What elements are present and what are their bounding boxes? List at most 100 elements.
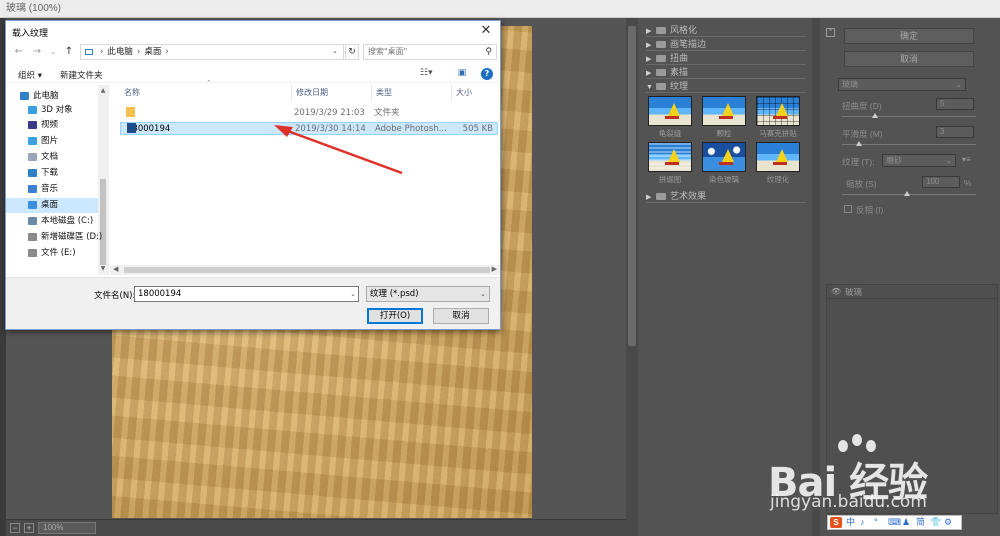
tree-item[interactable]: 桌面 (6, 198, 98, 213)
filter-thumbnail[interactable]: 龟裂缝 (648, 96, 692, 139)
tree-item[interactable]: 图片 (6, 134, 98, 149)
new-folder-button[interactable]: 新建文件夹 (60, 69, 103, 81)
refresh-icon[interactable]: ↻ (345, 44, 359, 60)
filter-category-label: 素描 (670, 67, 689, 77)
ime-item[interactable]: ⚙ (944, 516, 952, 529)
collapsed-triangle-icon: ▶ (646, 194, 652, 201)
ime-item[interactable]: ⌨ (888, 516, 901, 529)
expanded-triangle-icon: ▼ (646, 84, 653, 91)
filter-thumbnail-label: 龟裂缝 (658, 129, 682, 138)
column-date[interactable]: 修改日期 (292, 85, 372, 101)
breadcrumb-this-pc[interactable]: 此电脑 (107, 47, 133, 57)
tree-item[interactable]: 新增磁碟區 (D:) (6, 230, 102, 245)
filter-thumbnail[interactable]: 纹理化 (756, 142, 800, 185)
filter-category[interactable]: ▶ 素描 (646, 66, 806, 79)
address-bar[interactable]: › 此电脑 › 桌面 › (80, 44, 344, 60)
file-date: 2019/3/29 21:03 (294, 108, 365, 118)
tree-item[interactable]: 音乐 (6, 182, 98, 197)
scaling-slider[interactable] (842, 191, 976, 196)
filetype-select[interactable]: 纹理 (*.psd) ⌄ (366, 286, 490, 302)
zoom-select[interactable]: 100% (38, 522, 96, 534)
open-button[interactable]: 打开(O) (367, 308, 423, 324)
filter-category[interactable]: ▶ 画笔描边 (646, 38, 806, 51)
zoom-out-button[interactable]: − (10, 523, 20, 533)
ime-item[interactable]: ° (874, 516, 878, 529)
filter-thumbnail[interactable]: 马赛克拼贴 (756, 96, 800, 139)
sailboat-preview-image (648, 142, 692, 172)
filter-select[interactable]: 玻璃 ⌄ (838, 78, 966, 91)
texture-menu-icon[interactable]: ▾≡ (962, 155, 971, 164)
ok-button[interactable]: 确定 (844, 28, 974, 44)
tree-scrollbar[interactable]: ▲ ▼ (98, 85, 108, 275)
tree-item-icon (28, 105, 37, 114)
tree-item[interactable]: 文件 (E:) (6, 246, 98, 261)
ime-item[interactable]: 👕 (930, 516, 941, 529)
search-input[interactable]: 搜索"桌面" ⚲ (363, 44, 497, 60)
horizontal-scrollbar[interactable]: ◀ ▶ (110, 265, 500, 275)
filter-thumbnail-label: 马赛克拼贴 (759, 129, 797, 138)
organize-menu[interactable]: 组织 ▾ (18, 69, 42, 81)
ime-item[interactable]: ♟ (902, 516, 910, 529)
file-date: 2019/3/30 14:14 (295, 124, 366, 134)
folder-icon (656, 41, 666, 49)
sogou-logo-icon[interactable]: S (830, 517, 842, 528)
smoothness-input[interactable]: 3 (936, 126, 974, 138)
tree-item[interactable]: 3D 对象 (6, 103, 98, 118)
file-row[interactable]: 02019/3/29 21:03文件夹 (120, 107, 498, 120)
tree-item[interactable]: 视频 (6, 118, 98, 133)
view-options-icon[interactable]: ☷▾ (420, 68, 433, 79)
tree-item-icon (28, 136, 37, 145)
effect-layer[interactable]: 👁 玻璃 (827, 285, 997, 299)
ime-item[interactable]: 简 (916, 516, 925, 529)
breadcrumb-desktop[interactable]: 桌面 (144, 47, 161, 57)
back-arrow-icon[interactable]: ← (12, 45, 26, 59)
tree-item[interactable]: 下载 (6, 166, 98, 181)
history-chevron-icon[interactable]: ⌄ (46, 45, 60, 59)
up-arrow-icon[interactable]: ↑ (62, 45, 76, 59)
filter-thumbnail[interactable]: 染色玻璃 (702, 142, 746, 185)
collapse-icon[interactable]: ⌃ (826, 28, 835, 37)
filter-category[interactable]: ▶ 风格化 (646, 24, 806, 37)
filename-input[interactable]: 18000194 ⌄ (134, 286, 359, 302)
smoothness-slider[interactable] (842, 141, 976, 146)
filter-thumbnail[interactable]: 拼缀图 (648, 142, 692, 185)
distortion-input[interactable]: 5 (936, 98, 974, 110)
folder-icon (656, 69, 666, 77)
tree-item-label: 音乐 (41, 184, 59, 194)
ime-item[interactable]: ♪ (860, 516, 865, 529)
tree-item-icon (28, 216, 37, 225)
dialog-cancel-button[interactable]: 取消 (433, 308, 489, 324)
zoom-in-button[interactable]: + (24, 523, 34, 533)
psd-file-icon (127, 123, 136, 133)
filter-category[interactable]: ▶ 艺术效果 (646, 190, 806, 203)
filter-thumbnail[interactable]: 颗粒 (702, 96, 746, 139)
scroll-thumb[interactable] (628, 26, 636, 346)
distortion-slider[interactable] (842, 113, 976, 118)
column-size[interactable]: 大小 (452, 85, 498, 101)
invert-checkbox[interactable] (844, 205, 852, 213)
eye-icon[interactable]: 👁 (831, 285, 841, 299)
column-type[interactable]: 类型 (372, 85, 452, 101)
tree-scroll-thumb[interactable] (100, 179, 106, 265)
tree-item[interactable]: 本地磁盘 (C:) (6, 214, 98, 229)
window-title: 玻璃 (100%) (0, 0, 1000, 18)
texture-select[interactable]: 磨砂 ⌄ (882, 154, 956, 167)
horizontal-scroll-thumb[interactable] (124, 267, 490, 273)
column-name[interactable]: 名称 (120, 85, 292, 101)
help-icon[interactable]: ? (481, 68, 493, 80)
chevron-down-icon: ⌄ (480, 290, 486, 298)
ime-item[interactable]: 中 (846, 516, 855, 529)
file-row[interactable]: 18000194 2019/3/30 14:14 Adobe Photosh... 5… (120, 122, 498, 135)
tree-item[interactable]: 此电脑 (6, 89, 98, 104)
filter-category[interactable]: ▶ 扭曲 (646, 52, 806, 65)
chevron-down-icon[interactable]: ⌄ (350, 287, 356, 301)
forward-arrow-icon[interactable]: → (30, 45, 44, 59)
preview-scrollbar[interactable] (626, 18, 638, 536)
preview-pane-icon[interactable]: ▣ (456, 68, 468, 79)
filter-category[interactable]: ▼ 纹理 (646, 80, 806, 93)
cancel-button[interactable]: 取消 (844, 51, 974, 67)
address-dropdown-icon[interactable]: ⌄ (332, 44, 342, 58)
close-button[interactable]: ✕ (476, 22, 496, 40)
tree-item[interactable]: 文档 (6, 150, 98, 165)
scaling-input[interactable]: 100 (922, 176, 960, 188)
